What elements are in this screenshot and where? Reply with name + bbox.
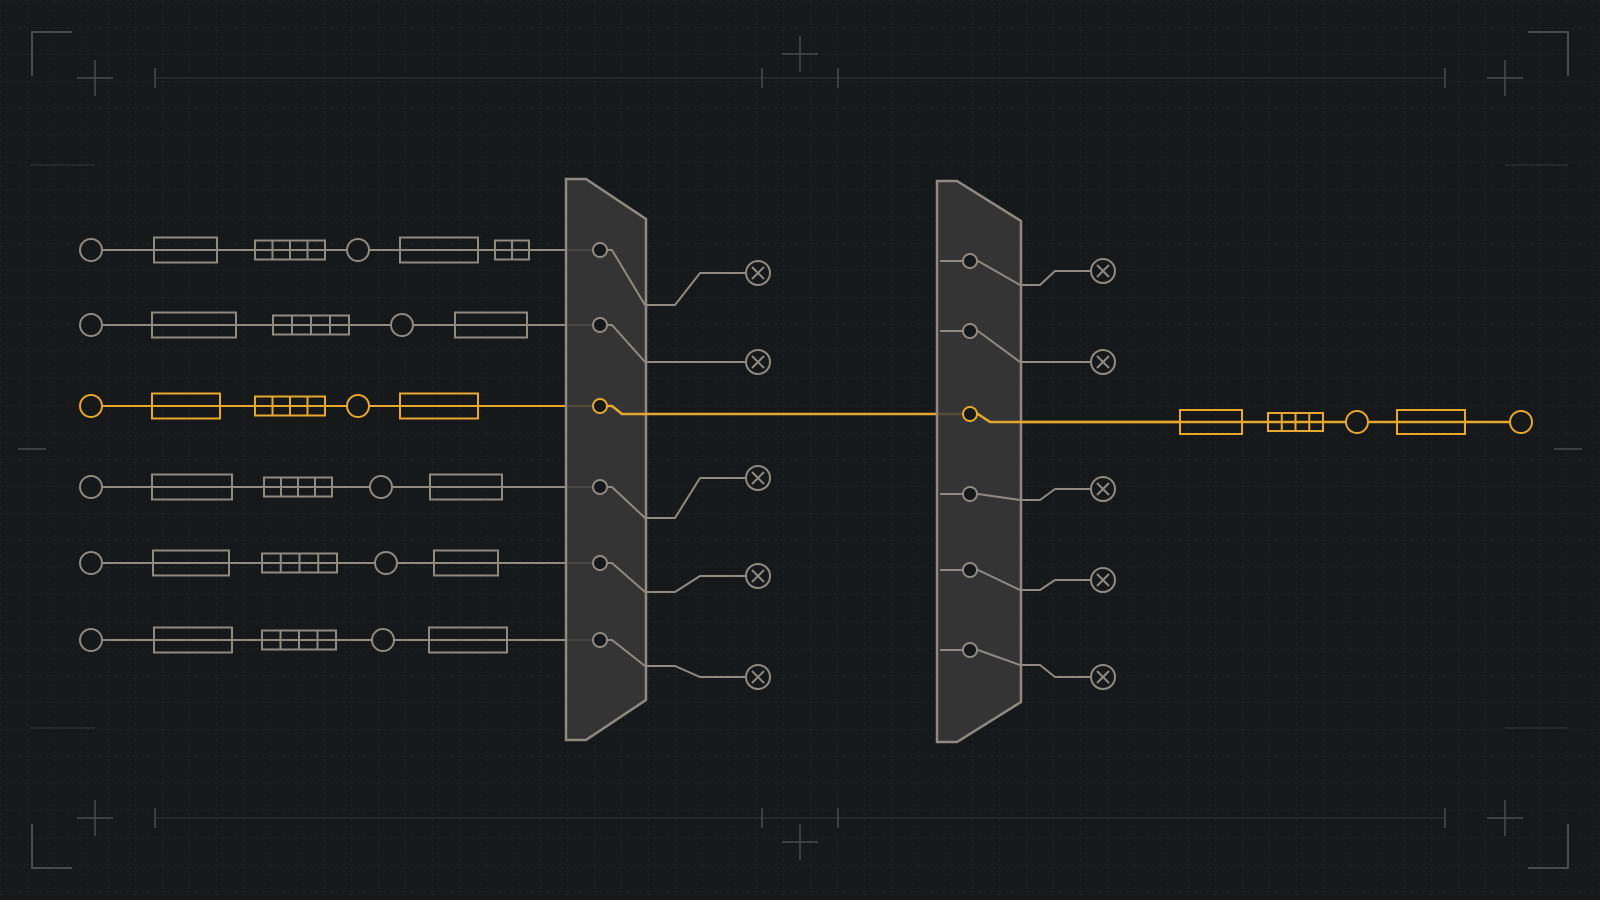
output-endpoint xyxy=(1509,410,1533,434)
terminator-x-icon xyxy=(1090,567,1116,593)
switch-node xyxy=(592,632,608,648)
switch-node xyxy=(962,406,978,422)
routing-diagram xyxy=(0,0,1600,900)
input-node xyxy=(79,628,103,652)
input-node xyxy=(79,551,103,575)
input-node xyxy=(79,238,103,262)
multiplexer-body xyxy=(935,179,1023,744)
input-node xyxy=(79,394,103,418)
switch-node xyxy=(962,642,978,658)
output-node xyxy=(1345,410,1369,434)
terminator-x-icon xyxy=(1090,476,1116,502)
terminator-x-icon xyxy=(745,349,771,375)
multiplexer-body xyxy=(564,177,648,742)
terminator-x-icon xyxy=(745,563,771,589)
input-node xyxy=(371,628,395,652)
terminator-x-icon xyxy=(745,465,771,491)
input-node xyxy=(369,475,393,499)
switch-node xyxy=(592,555,608,571)
switch-node xyxy=(592,398,608,414)
switch-node xyxy=(592,479,608,495)
terminator-x-icon xyxy=(745,260,771,286)
terminator-x-icon xyxy=(1090,258,1116,284)
terminator-x-icon xyxy=(745,664,771,690)
input-node xyxy=(79,475,103,499)
input-node xyxy=(346,394,370,418)
input-node xyxy=(346,238,370,262)
input-node xyxy=(374,551,398,575)
switch-node xyxy=(962,562,978,578)
switch-node xyxy=(962,486,978,502)
terminator-x-icon xyxy=(1090,349,1116,375)
switch-node xyxy=(592,242,608,258)
terminator-x-icon xyxy=(1090,664,1116,690)
switch-node xyxy=(962,253,978,269)
switch-node xyxy=(592,317,608,333)
input-node xyxy=(79,313,103,337)
grid xyxy=(0,0,1600,900)
switch-node xyxy=(962,323,978,339)
input-node xyxy=(390,313,414,337)
